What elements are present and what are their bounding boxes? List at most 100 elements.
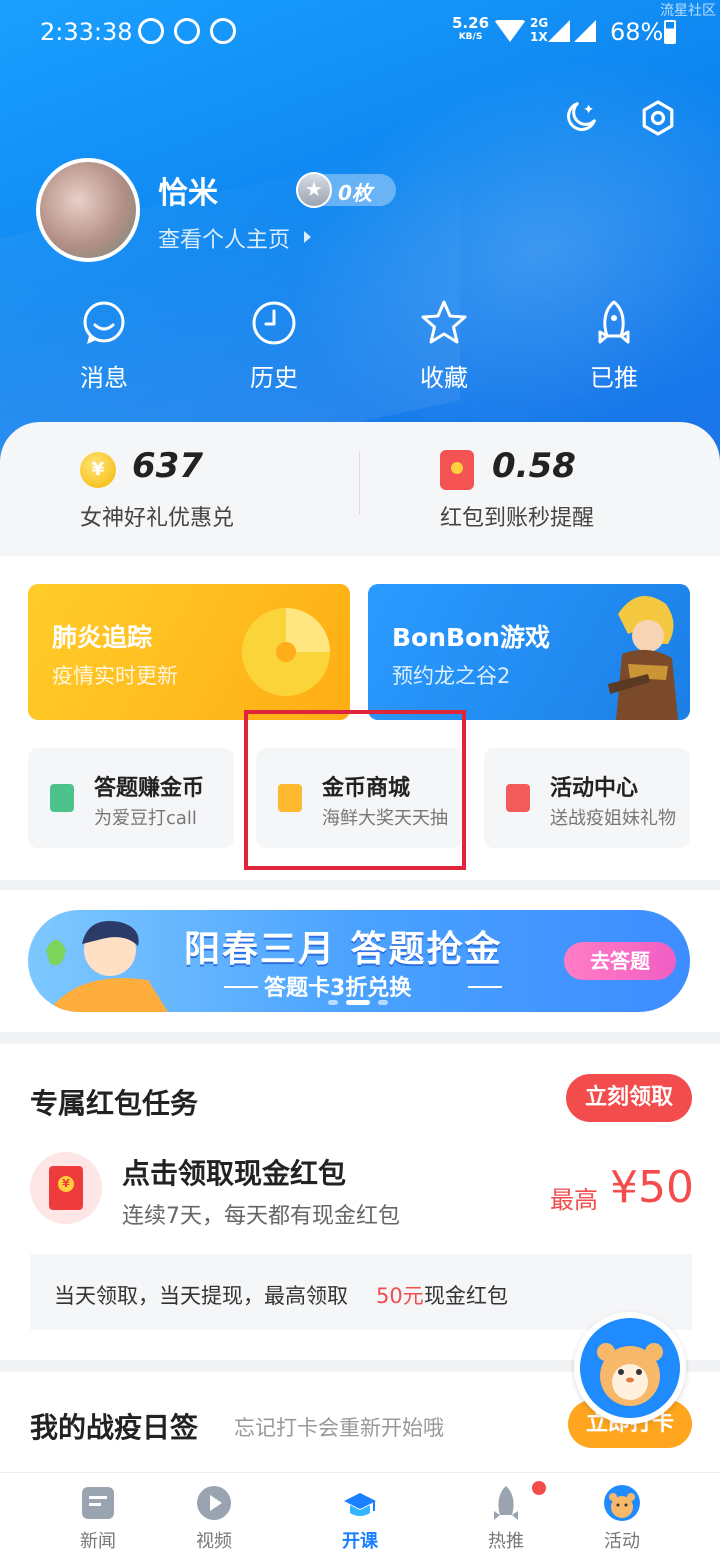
activity-icon: [604, 1485, 640, 1521]
hamster-mascot-icon[interactable]: [574, 1312, 686, 1424]
corner-watermark: 流星社区: [660, 3, 716, 19]
status-time: 2:33:38: [40, 18, 133, 46]
note-suffix: 现金红包: [424, 1284, 508, 1308]
promo-section: 阳春三月 答题抢金 答题卡3折兑换 去答题: [0, 890, 720, 1032]
quiz-promo-banner[interactable]: 阳春三月 答题抢金 答题卡3折兑换 去答题: [28, 910, 690, 1012]
carousel-dot: [378, 1000, 388, 1005]
game-character-image: [608, 596, 678, 720]
night-mode-icon[interactable]: [562, 98, 600, 136]
quick-action-label: 已推: [590, 364, 638, 392]
quick-action-messages[interactable]: 消息: [44, 298, 164, 393]
card-title: 答题赚金币: [94, 776, 205, 801]
decorative-line: [468, 986, 502, 988]
username[interactable]: 恰米: [158, 168, 218, 212]
star-icon: [421, 300, 467, 344]
carousel-dot-active: [346, 1000, 370, 1005]
news-icon: [82, 1487, 114, 1519]
highlight-box: [244, 710, 466, 870]
card-title: 肺炎追踪: [52, 623, 153, 652]
medal-star-icon: [296, 172, 332, 208]
promo-title: 阳春三月 答题抢金: [184, 929, 503, 970]
activity-center-card[interactable]: 活动中心 送战疫姐妹礼物: [484, 748, 690, 848]
section-title: 专属红包任务: [30, 1087, 199, 1120]
tab-course[interactable]: 开课: [310, 1483, 410, 1553]
tab-label: 热推: [488, 1531, 524, 1552]
avatar[interactable]: [36, 158, 140, 262]
note-highlight: 50元: [376, 1284, 424, 1308]
message-icon: [83, 301, 125, 344]
quick-action-label: 历史: [250, 364, 298, 392]
network-type: 2G 1X: [530, 16, 548, 44]
notification-icon: [138, 18, 164, 44]
tab-label: 视频: [196, 1531, 232, 1552]
quick-action-label: 收藏: [420, 364, 468, 392]
tab-video[interactable]: 视频: [164, 1483, 264, 1553]
card-subtitle: 送战疫姐妹礼物: [550, 808, 676, 829]
view-profile-link[interactable]: 查看个人主页: [158, 222, 290, 254]
epidemic-tracker-card[interactable]: 肺炎追踪 疫情实时更新: [28, 584, 350, 720]
tab-news[interactable]: 新闻: [48, 1483, 148, 1553]
network-speed: 5.26 KB/S: [452, 16, 489, 44]
task-description: 连续7天，每天都有现金红包: [122, 1204, 400, 1229]
rocket-icon: [494, 1486, 518, 1520]
network-type-bottom: 1X: [530, 30, 548, 44]
tab-activity[interactable]: 活动: [572, 1483, 672, 1553]
red-packet-icon: [440, 450, 474, 490]
divider: [359, 452, 360, 514]
card-subtitle: 预约龙之谷2: [392, 664, 511, 688]
note-prefix: 当天领取，当天提现，最高领取: [54, 1284, 348, 1308]
quick-action-favorites[interactable]: 收藏: [384, 298, 504, 393]
go-quiz-button[interactable]: 去答题: [564, 942, 676, 980]
coin-subtitle: 女神好礼优惠兑: [80, 506, 235, 531]
card-title: BonBon游戏: [392, 623, 551, 652]
speed-value: 5.26: [452, 14, 490, 32]
network-type-top: 2G: [530, 16, 549, 30]
redpacket-subtitle: 红包到账秒提醒: [440, 506, 595, 531]
course-icon: [344, 1493, 376, 1516]
claim-now-button[interactable]: 立刻领取: [566, 1074, 692, 1122]
boy-illustration: [46, 920, 168, 1012]
task-note: 当天领取，当天提现，最高领取 50元 现金红包: [30, 1254, 692, 1330]
notification-icon: [210, 18, 236, 44]
tab-label: 开课: [342, 1531, 378, 1552]
battery-icon: [664, 20, 676, 44]
card-subtitle: 疫情实时更新: [52, 664, 178, 688]
gift-icon: [506, 784, 530, 812]
quick-action-history[interactable]: 历史: [214, 298, 334, 393]
bonbon-game-card[interactable]: BonBon游戏 预约龙之谷2: [368, 584, 690, 720]
max-label: 最高: [550, 1186, 598, 1214]
tab-label: 新闻: [80, 1531, 116, 1552]
tab-label: 活动: [604, 1531, 640, 1552]
video-icon: [197, 1486, 231, 1520]
quiz-earn-coins-card[interactable]: 答题赚金币 为爱豆打call: [28, 748, 234, 848]
redpacket-value: 0.58: [492, 446, 576, 486]
task-name[interactable]: 点击领取现金红包: [122, 1152, 346, 1192]
document-icon: [50, 784, 74, 812]
max-amount: ¥50: [610, 1162, 694, 1213]
red-packet-task-section: 专属红包任务 立刻领取 点击领取现金红包 连续7天，每天都有现金红包 最高 ¥5…: [0, 1044, 720, 1360]
notification-icon: [174, 18, 200, 44]
signal-icon: [548, 20, 570, 42]
chevron-right-icon: [304, 231, 311, 243]
section-subtitle: 忘记打卡会重新开始哦: [234, 1416, 444, 1440]
status-bar: 2:33:38 5.26 KB/S 2G 1X 68% 流星社区: [0, 0, 720, 66]
card-title: 活动中心: [550, 776, 639, 801]
bottom-tab-bar: 新闻 视频 开课 热推 活动: [0, 1472, 720, 1560]
quick-action-pushed[interactable]: 已推: [554, 298, 674, 393]
red-envelope-icon: [30, 1152, 102, 1224]
coin-icon: ¥: [80, 452, 116, 488]
medal-badge[interactable]: 0枚: [296, 172, 396, 208]
medal-count: 0枚: [338, 181, 372, 205]
quick-action-label: 消息: [80, 364, 128, 392]
pie-chart-icon: [242, 608, 330, 696]
promo-subtitle: 答题卡3折兑换: [264, 976, 412, 1001]
assets-card: ¥ 637 女神好礼优惠兑 0.58 红包到账秒提醒: [0, 422, 720, 556]
wifi-icon: [494, 20, 526, 42]
clock-icon: [252, 301, 296, 345]
settings-icon[interactable]: [638, 98, 678, 138]
section-title: 我的战疫日签: [30, 1411, 199, 1444]
carousel-dot: [328, 1000, 338, 1005]
speed-unit: KB/S: [458, 32, 483, 42]
card-subtitle: 为爱豆打call: [94, 808, 197, 829]
coin-value: 637: [132, 446, 203, 486]
